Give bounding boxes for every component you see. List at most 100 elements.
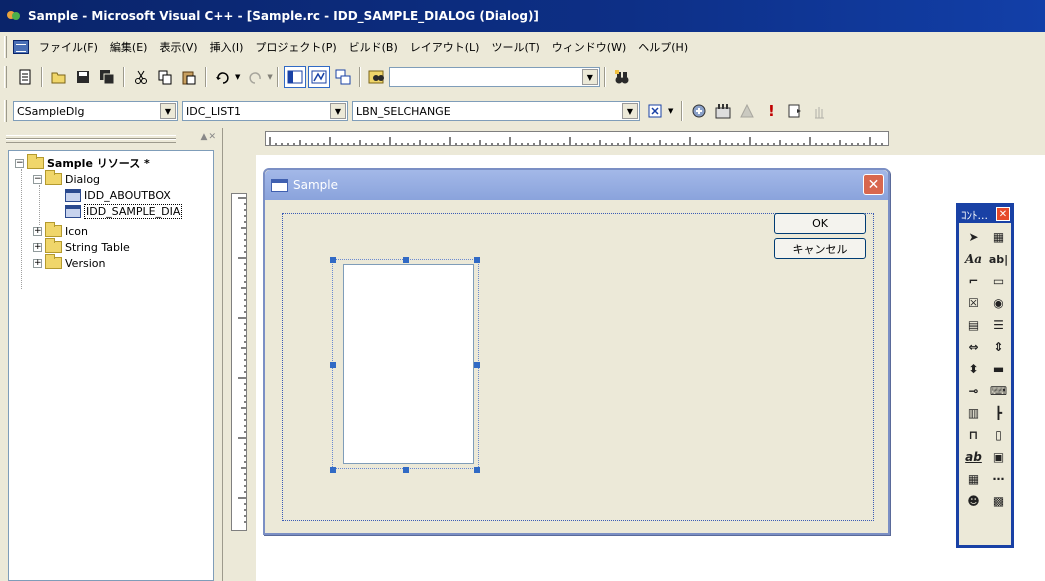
static-text-icon[interactable]: Aa [961,248,986,270]
collapse-icon[interactable]: − [15,158,24,168]
menu-layout[interactable]: レイアウト(L) [404,39,486,55]
tree-control-icon[interactable]: ┣ [986,402,1011,424]
resource-tree[interactable]: − Sample リソース * − Dialog IDD_ABOUTBOX ID… [8,150,214,581]
menubar-grip[interactable] [4,36,7,58]
message-combo-dropdown-icon[interactable]: ▼ [622,103,638,119]
resize-handle[interactable] [330,257,336,263]
menu-edit[interactable]: 編集(E) [104,39,154,55]
open-folder-icon[interactable] [48,66,70,88]
class-combo-dropdown-icon[interactable]: ▼ [160,103,176,119]
picture-icon[interactable]: ▦ [986,226,1011,248]
push-button-icon[interactable]: ▭ [986,270,1011,292]
expand-icon[interactable]: + [33,242,42,252]
resize-handle[interactable] [330,467,336,473]
tree-node-string-table[interactable]: + String Table [33,238,130,255]
cut-icon[interactable] [130,66,152,88]
wizardbar-action-icon[interactable] [645,100,667,122]
resize-handle[interactable] [403,467,409,473]
expand-icon[interactable]: + [33,258,42,268]
horizontal-ruler[interactable] [265,131,889,146]
pointer-icon[interactable]: ➤ [961,226,986,248]
resize-handle[interactable] [330,362,336,368]
visual-cpp-app-icon[interactable] [6,8,22,24]
undo-dropdown-icon[interactable]: ▼ [235,73,240,81]
toolbar-grip[interactable] [4,66,7,88]
list-box-icon[interactable]: ☰ [986,314,1011,336]
document-menu-icon[interactable] [13,40,29,54]
hotkey-icon[interactable]: ⌨ [986,380,1011,402]
menu-tools[interactable]: ツール(T) [485,39,545,55]
tree-item-sample-dialog[interactable]: IDD_SAMPLE_DIA [65,203,183,219]
new-text-file-icon[interactable] [14,66,36,88]
controls-close-icon[interactable]: ✕ [996,207,1010,221]
resize-handle[interactable] [474,362,480,368]
horizontal-scrollbar-icon[interactable]: ⇔ [961,336,986,358]
rich-edit-icon[interactable]: ab [961,446,986,468]
undo-icon[interactable] [212,66,234,88]
extended-combo-icon[interactable]: ▩ [986,490,1011,512]
menu-build[interactable]: ビルド(B) [343,39,404,55]
check-box-icon[interactable]: ☒ [961,292,986,314]
find-binoculars-icon[interactable] [611,66,633,88]
window-list-icon[interactable] [332,66,354,88]
expand-icon[interactable]: + [33,226,42,236]
menu-project[interactable]: プロジェクト(P) [249,39,342,55]
resize-handle[interactable] [474,467,480,473]
controls-title-bar[interactable]: ｺﾝﾄ... ✕ [959,206,1011,223]
progress-icon[interactable]: ▬ [986,358,1011,380]
dialog-title-bar[interactable]: Sample ✕ [265,170,888,200]
month-calendar-icon[interactable]: ▦ [961,468,986,490]
vertical-ruler[interactable] [231,193,247,531]
listbox-selection[interactable] [330,257,480,473]
date-time-icon[interactable]: ▣ [986,446,1011,468]
find-in-files-icon[interactable] [366,66,388,88]
go-debug-icon[interactable] [784,100,806,122]
tree-node-icon[interactable]: + Icon [33,222,88,239]
workspace-close-icon[interactable]: ✕ [208,132,216,142]
class-combo[interactable]: CSampleDlg ▼ [13,101,178,121]
paste-icon[interactable] [178,66,200,88]
animate-icon[interactable]: ▯ [986,424,1011,446]
workspace-window-icon[interactable] [283,66,306,88]
workspace-gripper[interactable]: ▲ ✕ [6,132,216,144]
tree-node-version[interactable]: + Version [33,254,105,271]
tab-control-icon[interactable]: ⊓ [961,424,986,446]
workspace-maximize-icon[interactable]: ▲ [201,132,208,142]
tree-item-aboutbox[interactable]: IDD_ABOUTBOX [65,187,171,203]
list-control-icon[interactable]: ▥ [961,402,986,424]
wizardbar-action-dropdown-icon[interactable]: ▼ [668,107,673,115]
menu-view[interactable]: 表示(V) [153,39,203,55]
save-icon[interactable] [72,66,94,88]
id-combo[interactable]: IDC_LIST1 ▼ [182,101,348,121]
menu-help[interactable]: ヘルプ(H) [632,39,694,55]
combo-box-icon[interactable]: ▤ [961,314,986,336]
cancel-button[interactable]: キャンセル [774,238,866,259]
resize-handle[interactable] [403,257,409,263]
find-combo-dropdown-icon[interactable]: ▼ [581,69,598,85]
resize-handle[interactable] [474,257,480,263]
slider-icon[interactable]: ⊸ [961,380,986,402]
message-combo[interactable]: LBN_SELCHANGE ▼ [352,101,640,121]
custom-control-icon[interactable]: ☻ [961,490,986,512]
build-icon[interactable] [712,100,734,122]
vertical-scrollbar-icon[interactable]: ⇕ [986,336,1011,358]
menu-window[interactable]: ウィンドウ(W) [546,39,632,55]
tree-root-node[interactable]: − Sample リソース * [15,154,150,171]
ip-address-icon[interactable]: ⋯ [986,468,1011,490]
compile-icon[interactable] [688,100,710,122]
edit-box-icon[interactable]: ab| [986,248,1011,270]
menu-insert[interactable]: 挿入(I) [204,39,250,55]
tree-node-dialog[interactable]: − Dialog [33,170,100,187]
list-box-control[interactable] [343,264,474,464]
id-combo-dropdown-icon[interactable]: ▼ [330,103,346,119]
find-combo[interactable]: ▼ [388,67,600,87]
save-all-icon[interactable] [96,66,118,88]
ok-button[interactable]: OK [774,213,866,234]
execute-icon[interactable]: ! [760,100,782,122]
output-window-icon[interactable] [307,66,330,88]
menu-file[interactable]: ファイル(F) [33,39,104,55]
sample-dialog[interactable]: Sample ✕ OK キャンセル [263,168,890,535]
dialog-close-icon[interactable]: ✕ [863,174,884,195]
wizardbar-grip[interactable] [4,100,7,122]
collapse-icon[interactable]: − [33,174,42,184]
